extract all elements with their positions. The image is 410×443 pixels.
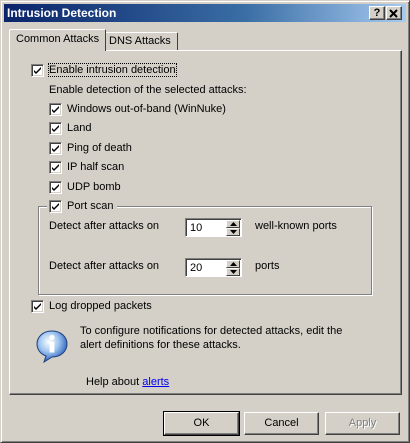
spinner-down-button[interactable]	[226, 228, 240, 236]
tab-common-attacks-label: Common Attacks	[16, 33, 100, 45]
ip-half-scan-label[interactable]: IP half scan	[67, 161, 124, 173]
alerts-link[interactable]: alerts	[142, 376, 169, 388]
spinner-up-button[interactable]	[226, 260, 240, 268]
ok-button[interactable]: OK	[163, 411, 240, 436]
ping-of-death-checkbox[interactable]	[49, 142, 62, 155]
port-scan-label[interactable]: Port scan	[67, 200, 113, 212]
info-icon	[36, 330, 68, 363]
well-known-ports-label: well-known ports	[255, 220, 337, 232]
cancel-button[interactable]: Cancel	[244, 412, 319, 435]
checkmark-icon	[52, 164, 59, 171]
arrow-up-icon	[230, 222, 237, 226]
log-dropped-checkbox[interactable]	[31, 300, 44, 313]
checkmark-icon	[52, 145, 59, 152]
well-known-ports-value[interactable]: 10	[190, 222, 202, 234]
section-label: Enable detection of the selected attacks…	[49, 84, 247, 96]
udp-bomb-label[interactable]: UDP bomb	[67, 181, 121, 193]
ports-suffix-label: ports	[255, 260, 280, 272]
winnuke-checkbox[interactable]	[49, 103, 62, 116]
checkmark-icon	[52, 203, 59, 210]
ports-value[interactable]: 20	[190, 262, 202, 274]
close-button[interactable]	[386, 6, 402, 20]
spinner-up-button[interactable]	[226, 220, 240, 228]
udp-bomb-checkbox[interactable]	[49, 181, 62, 194]
tab-common-attacks[interactable]: Common Attacks	[9, 29, 107, 51]
tab-dns-attacks-label: DNS Attacks	[109, 35, 171, 47]
arrow-down-icon	[230, 230, 237, 234]
help-about-text: Help about alerts	[86, 376, 169, 388]
ports-spinner[interactable]: 20	[185, 258, 242, 277]
checkmark-icon	[34, 67, 41, 74]
checkmark-icon	[52, 184, 59, 191]
help-about-prefix: Help about	[86, 376, 140, 388]
detect-ports-label: Detect after attacks on	[49, 260, 160, 272]
winnuke-label[interactable]: Windows out-of-band (WinNuke)	[67, 103, 226, 115]
spinner-down-button[interactable]	[226, 268, 240, 276]
arrow-up-icon	[230, 262, 237, 266]
info-text-line1: To configure notifications for detected …	[80, 325, 343, 337]
checkmark-icon	[52, 106, 59, 113]
enable-intrusion-label[interactable]: Enable intrusion detection	[48, 63, 177, 77]
ip-half-scan-checkbox[interactable]	[49, 161, 62, 174]
land-checkbox[interactable]	[49, 122, 62, 135]
land-label[interactable]: Land	[67, 122, 91, 134]
tab-dns-attacks[interactable]: DNS Attacks	[102, 32, 178, 50]
title-bar: Intrusion Detection ?	[4, 4, 406, 22]
checkmark-icon	[52, 125, 59, 132]
ping-of-death-label[interactable]: Ping of death	[67, 142, 132, 154]
apply-button[interactable]: Apply	[325, 412, 400, 435]
close-icon	[389, 9, 398, 18]
enable-intrusion-checkbox[interactable]	[31, 64, 44, 77]
window-title: Intrusion Detection	[7, 6, 117, 20]
port-scan-checkbox[interactable]	[49, 200, 62, 213]
arrow-down-icon	[230, 270, 237, 274]
detect-well-known-label: Detect after attacks on	[49, 220, 160, 232]
help-button[interactable]: ?	[369, 6, 385, 20]
info-text-line2: alert definitions for these attacks.	[80, 339, 241, 351]
intrusion-detection-dialog: Intrusion Detection ? Common Attacks DNS…	[0, 0, 410, 443]
well-known-ports-spinner[interactable]: 10	[185, 218, 242, 237]
checkmark-icon	[34, 303, 41, 310]
log-dropped-label[interactable]: Log dropped packets	[49, 300, 152, 312]
